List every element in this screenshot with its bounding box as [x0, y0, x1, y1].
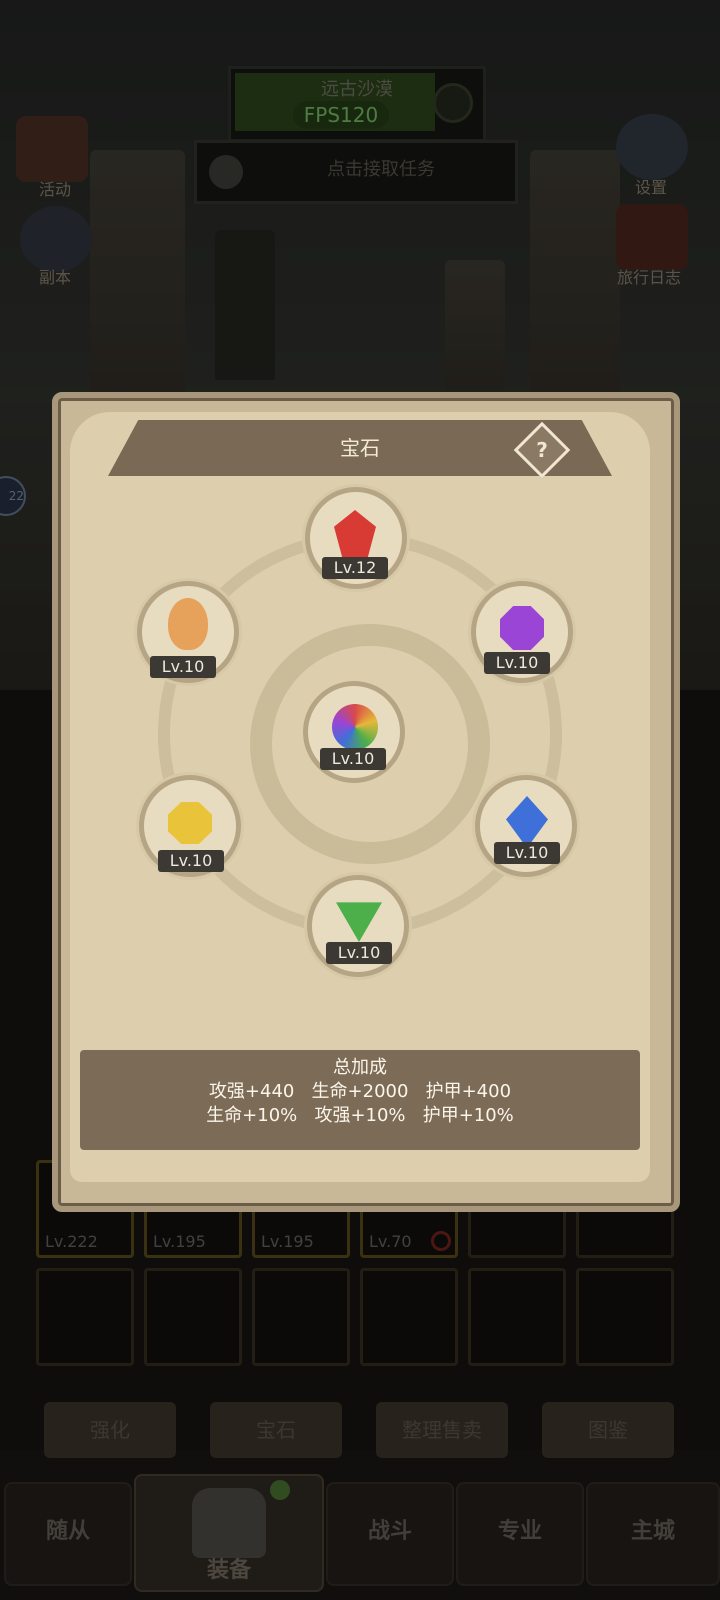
red-gem-icon: [334, 510, 376, 558]
total-bonus-box: 总加成 攻强+440 生命+2000 护甲+400 生命+10% 攻强+10% …: [80, 1050, 640, 1150]
bonus-line-percent: 生命+10% 攻强+10% 护甲+10%: [206, 1105, 514, 1126]
help-button[interactable]: ?: [522, 430, 562, 470]
bonus-line-flat: 攻强+440 生命+2000 护甲+400: [208, 1081, 512, 1102]
orange-gem-icon: [168, 598, 208, 650]
purple-gem-icon: [500, 606, 544, 650]
yellow-gem-icon: [168, 802, 212, 844]
rainbow-gem-icon: [332, 704, 378, 750]
gem-level: Lv.12: [322, 557, 388, 579]
gem-level: Lv.10: [150, 656, 216, 678]
bonus-heading: 总加成: [333, 1057, 387, 1078]
gem-level: Lv.10: [484, 652, 550, 674]
gem-level: Lv.10: [320, 748, 386, 770]
gem-level: Lv.10: [494, 842, 560, 864]
blue-gem-icon: [506, 796, 548, 848]
green-gem-icon: [336, 902, 382, 942]
gem-level: Lv.10: [158, 850, 224, 872]
gem-level: Lv.10: [326, 942, 392, 964]
